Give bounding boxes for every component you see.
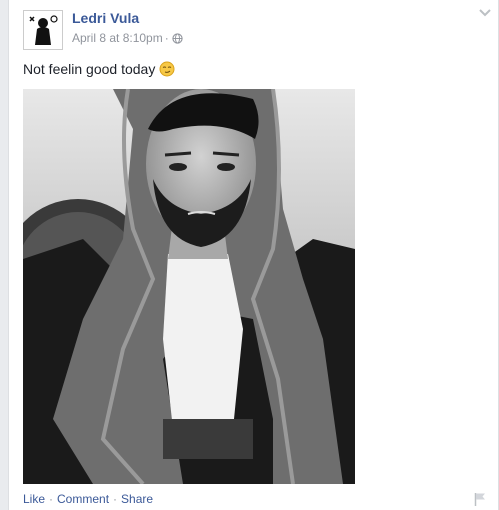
post-timestamp[interactable]: April 8 at 8:10pm (72, 31, 163, 45)
post-card: Ledri Vula April 8 at 8:10pm · Not feeli… (8, 0, 499, 510)
flag-icon[interactable] (474, 492, 486, 506)
action-separator: · (49, 492, 54, 506)
share-link[interactable]: Share (121, 492, 153, 506)
status-text: Not feelin good today (23, 61, 156, 77)
post-meta: April 8 at 8:10pm · (72, 31, 183, 45)
chevron-down-icon[interactable] (478, 8, 492, 18)
globe-icon[interactable] (172, 32, 183, 44)
action-separator: · (113, 492, 118, 506)
avatar-image (24, 11, 62, 49)
meta-separator: · (164, 31, 169, 45)
post-actions: Like · Comment · Share (23, 492, 153, 506)
selfie-photo (23, 89, 355, 484)
post-status: Not feelin good today (23, 61, 175, 77)
post-photo[interactable] (23, 89, 355, 484)
author-name[interactable]: Ledri Vula (72, 10, 139, 26)
avatar[interactable] (23, 10, 63, 50)
smirk-emoji-icon (159, 61, 175, 77)
like-link[interactable]: Like (23, 492, 45, 506)
comment-link[interactable]: Comment (57, 492, 109, 506)
